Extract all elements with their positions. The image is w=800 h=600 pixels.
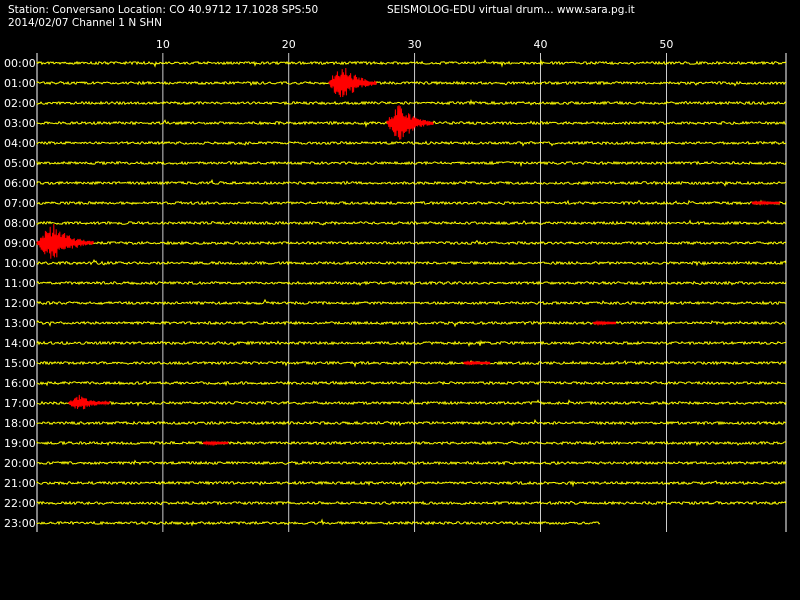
hour-label-0300: 03:00 [4, 117, 36, 130]
x-axis-ticks: 10 20 30 40 50 [156, 38, 674, 51]
trace-0700 [36, 199, 787, 206]
hour-label-2100: 21:00 [4, 477, 36, 490]
trace-0000 [36, 59, 787, 68]
x-tick-10: 10 [156, 38, 170, 51]
x-tick-20: 20 [282, 38, 296, 51]
hour-label-1300: 13:00 [4, 317, 36, 330]
hour-label-1000: 10:00 [4, 257, 36, 270]
hour-label-0000: 00:00 [4, 57, 36, 70]
trace-0900 [36, 239, 787, 246]
x-tick-50: 50 [659, 38, 673, 51]
seismogram-drum: 10 20 30 40 50 00:00 01:00 02:00 03:00 04:00 05:0… [4, 38, 787, 532]
hour-label-0100: 01:00 [4, 77, 36, 90]
event-0100-0 [328, 67, 377, 98]
event-1700-6 [67, 394, 111, 410]
hour-label-0900: 09:00 [4, 237, 36, 250]
hour-label-1100: 11:00 [4, 277, 36, 290]
trace-1600 [36, 380, 787, 387]
hour-label-0600: 06:00 [4, 177, 36, 190]
hour-label-1900: 19:00 [4, 437, 36, 450]
seismic-events [36, 67, 780, 447]
hour-label-1500: 15:00 [4, 357, 36, 370]
trace-1400 [36, 339, 786, 348]
trace-0100 [36, 80, 787, 87]
event-0900-3 [36, 224, 94, 259]
hour-label-0400: 04:00 [4, 137, 36, 150]
hour-label-1200: 12:00 [4, 297, 36, 310]
hour-label-0800: 08:00 [4, 217, 36, 230]
hour-label-1700: 17:00 [4, 397, 36, 410]
trace-0600 [36, 178, 787, 187]
x-tick-30: 30 [408, 38, 422, 51]
trace-1000 [36, 259, 787, 267]
trace-0200 [36, 98, 787, 106]
hour-label-2200: 22:00 [4, 497, 36, 510]
hour-label-1600: 16:00 [4, 377, 36, 390]
hour-label-0500: 05:00 [4, 157, 36, 170]
trace-2000 [36, 459, 787, 466]
trace-2300 [36, 518, 601, 527]
trace-2200 [36, 500, 787, 506]
hour-label-0200: 02:00 [4, 97, 36, 110]
trace-1200 [36, 298, 787, 306]
trace-1900 [36, 440, 787, 447]
trace-2100 [36, 480, 787, 488]
trace-0500 [36, 160, 787, 168]
trace-1300 [36, 320, 787, 328]
trace-1500 [36, 359, 787, 368]
hour-label-2300: 23:00 [4, 517, 36, 530]
seismic-traces [36, 59, 787, 527]
trace-0800 [36, 219, 787, 226]
x-tick-40: 40 [534, 38, 548, 51]
trace-1700 [36, 398, 787, 407]
hour-label-1800: 18:00 [4, 417, 36, 430]
hour-labels: 00:00 01:00 02:00 03:00 04:00 05:00 06:00 07:00… [4, 57, 36, 530]
hour-label-1400: 14:00 [4, 337, 36, 350]
hour-label-2000: 20:00 [4, 457, 36, 470]
hour-label-0700: 07:00 [4, 197, 36, 210]
trace-1100 [36, 280, 787, 287]
event-0300-1 [386, 105, 434, 140]
trace-0400 [36, 140, 787, 147]
trace-1800 [36, 418, 787, 427]
